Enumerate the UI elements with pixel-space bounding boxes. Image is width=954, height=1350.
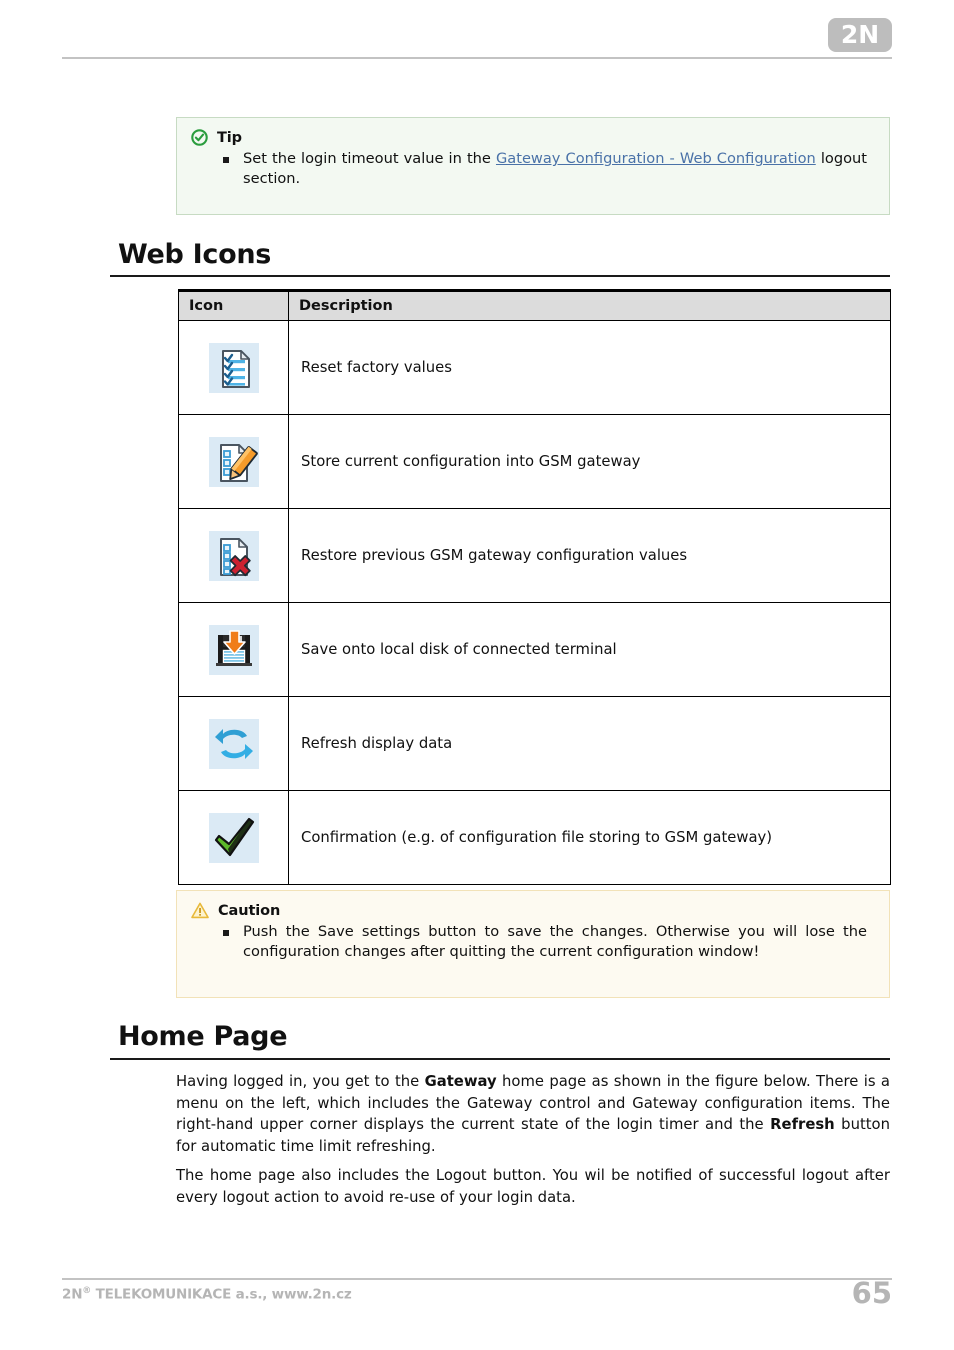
caution-text: Push the Save settings button to save th… (243, 923, 867, 960)
table-row: Confirmation (e.g. of configuration file… (178, 790, 891, 885)
home-page-paragraph-2: The home page also includes the Logout b… (176, 1167, 890, 1206)
page-title-web-icons: Web Icons (118, 239, 272, 270)
icon-cell (178, 320, 289, 415)
description-cell: Restore previous GSM gateway configurati… (288, 508, 891, 603)
caution-callout: Caution Push the Save settings button to… (176, 890, 890, 998)
icon-cell (178, 696, 289, 791)
refresh-icon (208, 718, 259, 769)
warning-triangle-icon (191, 902, 209, 919)
bullet-marker (223, 157, 229, 163)
tip-title: Tip (217, 129, 242, 146)
icon-cell (178, 414, 289, 509)
description-cell: Confirmation (e.g. of configuration file… (288, 790, 891, 885)
description-cell: Store current configuration into GSM gat… (288, 414, 891, 509)
description-cell: Save onto local disk of connected termin… (288, 602, 891, 697)
web-icons-table: Icon Description Reset factory values St… (178, 289, 891, 885)
check-circle-icon (191, 129, 208, 146)
icon-cell (178, 508, 289, 603)
tip-body: Set the login timeout value in the Gatew… (191, 149, 875, 189)
save-to-disk-icon (208, 624, 259, 675)
column-header-icon: Icon (178, 290, 289, 321)
para1-bold-refresh: Refresh (770, 1116, 835, 1133)
description-cell: Reset factory values (288, 320, 891, 415)
footer-company-prefix: 2N (62, 1286, 83, 1303)
table-row: Refresh display data (178, 696, 891, 791)
home-page-paragraph-1: Having logged in, you get to the Gateway… (176, 1071, 890, 1157)
footer-company-rest: TELEKOMUNIKACE a.s., www.2n.cz (91, 1286, 352, 1303)
header-divider (62, 57, 892, 59)
footer-company: 2N® TELEKOMUNIKACE a.s., www.2n.cz (62, 1286, 352, 1303)
reset-factory-values-icon (208, 342, 259, 393)
table-row: Reset factory values (178, 320, 891, 415)
caution-title: Caution (218, 902, 281, 919)
footer-divider (62, 1278, 892, 1280)
confirmation-check-icon (208, 812, 259, 863)
gateway-configuration-link[interactable]: Gateway Configuration - Web Configuratio… (496, 150, 816, 167)
tip-text: Set the login timeout value in the Gatew… (243, 149, 875, 189)
store-configuration-icon (208, 436, 259, 487)
table-row: Save onto local disk of connected termin… (178, 602, 891, 697)
footer-registered-mark: ® (82, 1286, 92, 1296)
page-title-home-page: Home Page (118, 1021, 288, 1052)
table-row: Store current configuration into GSM gat… (178, 414, 891, 509)
web-icons-heading-rule (110, 275, 890, 277)
home-page-heading-rule (110, 1058, 890, 1060)
para1-part1: Having logged in, you get to the (176, 1073, 425, 1090)
tip-callout: Tip Set the login timeout value in the G… (176, 117, 890, 215)
icon-cell (178, 790, 289, 885)
brand-logo-2n: 2N (828, 18, 892, 52)
table-row: Restore previous GSM gateway configurati… (178, 508, 891, 603)
caution-header: Caution (191, 902, 875, 919)
bullet-marker (223, 930, 229, 936)
caution-body: Push the Save settings button to save th… (191, 922, 875, 962)
tip-text-before: Set the login timeout value in the (243, 150, 496, 167)
column-header-description: Description (288, 290, 891, 321)
page-header: 2N (0, 0, 954, 60)
tip-header: Tip (191, 129, 875, 146)
description-cell: Refresh display data (288, 696, 891, 791)
footer-page-number: 65 (851, 1276, 892, 1310)
restore-configuration-icon (208, 530, 259, 581)
icon-cell (178, 602, 289, 697)
para1-bold-gateway: Gateway (424, 1073, 497, 1090)
table-header-row: Icon Description (178, 290, 891, 321)
